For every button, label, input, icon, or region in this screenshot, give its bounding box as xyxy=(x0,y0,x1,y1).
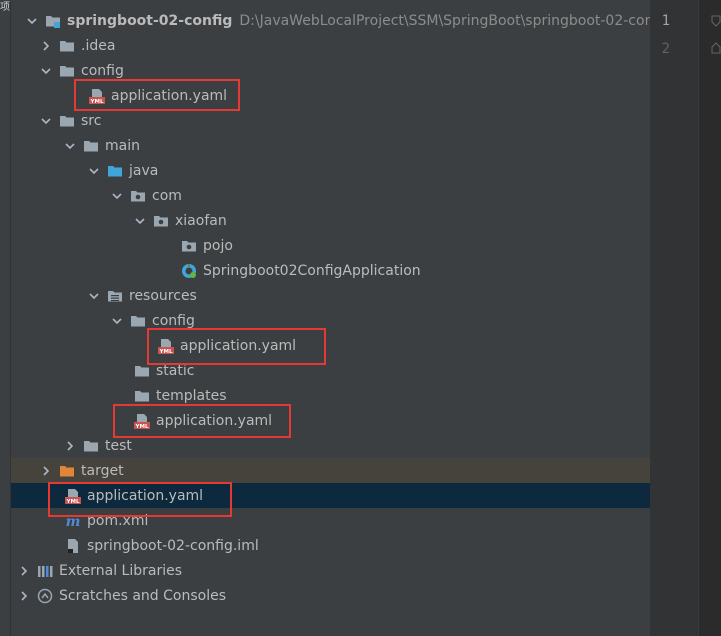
tree-row-xiaofan[interactable]: xiaofan xyxy=(11,208,650,233)
resources-application-yaml-label: application.yaml xyxy=(156,412,273,429)
module-folder-icon xyxy=(45,13,61,29)
java-folder-label: java xyxy=(129,162,159,179)
chevron-right-icon[interactable] xyxy=(17,589,31,603)
fold-marker-icon[interactable] xyxy=(711,42,721,54)
chevron-down-icon[interactable] xyxy=(39,64,53,78)
tree-row-main[interactable]: main xyxy=(11,133,650,158)
spring-boot-class-icon xyxy=(181,263,197,279)
yaml-file-icon xyxy=(65,488,81,504)
yaml-file-icon xyxy=(134,413,150,429)
static-folder-label: static xyxy=(156,362,195,379)
src-folder-label: src xyxy=(81,112,102,129)
test-folder-label: test xyxy=(105,437,132,454)
tree-row-config[interactable]: config xyxy=(11,58,650,83)
tree-row-resources[interactable]: resources xyxy=(11,283,650,308)
project-tool-window-tab[interactable]: 项 xyxy=(0,2,10,13)
tree-row-templates[interactable]: templates xyxy=(11,383,650,408)
external-libraries-label: External Libraries xyxy=(59,562,182,579)
tree-row-root-application-yaml[interactable]: application.yaml xyxy=(11,483,650,508)
tree-row-java[interactable]: java xyxy=(11,158,650,183)
chevron-down-icon[interactable] xyxy=(87,289,101,303)
maven-icon xyxy=(65,513,81,529)
editor-pane[interactable]: 1 2 xyxy=(650,0,721,636)
folder-icon xyxy=(59,38,75,54)
tree-row-pom[interactable]: pom.xml xyxy=(11,508,650,533)
resources-folder-icon xyxy=(107,288,123,304)
fold-marker-icon[interactable] xyxy=(711,15,721,27)
resources-config-application-yaml-label: application.yaml xyxy=(180,337,297,354)
folder-icon xyxy=(83,438,99,454)
chevron-right-icon[interactable] xyxy=(39,464,53,478)
templates-folder-label: templates xyxy=(156,387,227,404)
yaml-file-icon xyxy=(89,88,105,104)
main-folder-label: main xyxy=(105,137,140,154)
tree-row-src[interactable]: src xyxy=(11,108,650,133)
tree-row-external-libraries[interactable]: External Libraries xyxy=(11,558,650,583)
tree-row-resources-application-yaml[interactable]: application.yaml xyxy=(11,408,650,433)
left-tool-strip: 项 xyxy=(0,0,11,636)
chevron-right-icon[interactable] xyxy=(17,564,31,578)
tree-row-root[interactable]: springboot-02-config D:\JavaWebLocalProj… xyxy=(11,8,671,33)
idea-folder-label: .idea xyxy=(81,37,116,54)
line-number: 2 xyxy=(661,41,670,57)
tree-row-test[interactable]: test xyxy=(11,433,650,458)
tree-row-iml[interactable]: springboot-02-config.iml xyxy=(11,533,650,558)
chevron-down-icon[interactable] xyxy=(133,214,147,228)
iml-file-icon xyxy=(65,538,81,554)
folder-icon xyxy=(130,313,146,329)
iml-file-label: springboot-02-config.iml xyxy=(87,537,259,554)
tree-row-static[interactable]: static xyxy=(11,358,650,383)
source-root-folder-icon xyxy=(107,163,123,179)
scratches-icon xyxy=(37,588,53,604)
config-application-yaml-label: application.yaml xyxy=(111,87,228,104)
line-number: 1 xyxy=(661,13,670,29)
tree-row-resources-config[interactable]: config xyxy=(11,308,650,333)
tree-row-scratches[interactable]: Scratches and Consoles xyxy=(11,583,650,608)
folder-icon xyxy=(59,113,75,129)
resources-folder-label: resources xyxy=(129,287,197,304)
chevron-right-icon[interactable] xyxy=(63,439,77,453)
folder-icon xyxy=(134,363,150,379)
pojo-package-label: pojo xyxy=(203,237,233,254)
libraries-icon xyxy=(37,563,53,579)
tree-row-springboot-application[interactable]: Springboot02ConfigApplication xyxy=(11,258,650,283)
package-icon xyxy=(181,238,197,254)
scratches-label: Scratches and Consoles xyxy=(59,587,226,604)
tree-row-com[interactable]: com xyxy=(11,183,650,208)
package-icon xyxy=(153,213,169,229)
xiaofan-package-label: xiaofan xyxy=(175,212,227,229)
chevron-right-icon[interactable] xyxy=(39,39,53,53)
folder-icon xyxy=(83,138,99,154)
chevron-down-icon[interactable] xyxy=(63,139,77,153)
resources-config-folder-label: config xyxy=(152,312,195,329)
tree-row-config-application-yaml[interactable]: application.yaml xyxy=(11,83,650,108)
chevron-down-icon[interactable] xyxy=(25,14,39,28)
pom-file-label: pom.xml xyxy=(87,512,149,529)
target-folder-label: target xyxy=(81,462,124,479)
folder-icon xyxy=(59,63,75,79)
root-module-path: D:\JavaWebLocalProject\SSM\SpringBoot\sp… xyxy=(239,12,672,29)
tree-row-resources-config-application-yaml[interactable]: application.yaml xyxy=(11,333,650,358)
editor-gutter: 1 2 xyxy=(650,0,699,636)
config-folder-label: config xyxy=(81,62,124,79)
folder-icon xyxy=(134,388,150,404)
chevron-down-icon[interactable] xyxy=(39,114,53,128)
project-tree: springboot-02-config D:\JavaWebLocalProj… xyxy=(11,0,671,636)
chevron-down-icon[interactable] xyxy=(110,189,124,203)
root-application-yaml-label: application.yaml xyxy=(87,487,204,504)
com-package-label: com xyxy=(152,187,182,204)
excluded-folder-icon xyxy=(59,463,75,479)
tree-row-target[interactable]: target xyxy=(11,458,650,483)
yaml-file-icon xyxy=(158,338,174,354)
tree-row-pojo[interactable]: pojo xyxy=(11,233,650,258)
springboot-application-label: Springboot02ConfigApplication xyxy=(203,262,421,279)
chevron-down-icon[interactable] xyxy=(87,164,101,178)
chevron-down-icon[interactable] xyxy=(110,314,124,328)
root-module-label: springboot-02-config xyxy=(67,12,233,29)
tree-row-idea[interactable]: .idea xyxy=(11,33,650,58)
package-icon xyxy=(130,188,146,204)
